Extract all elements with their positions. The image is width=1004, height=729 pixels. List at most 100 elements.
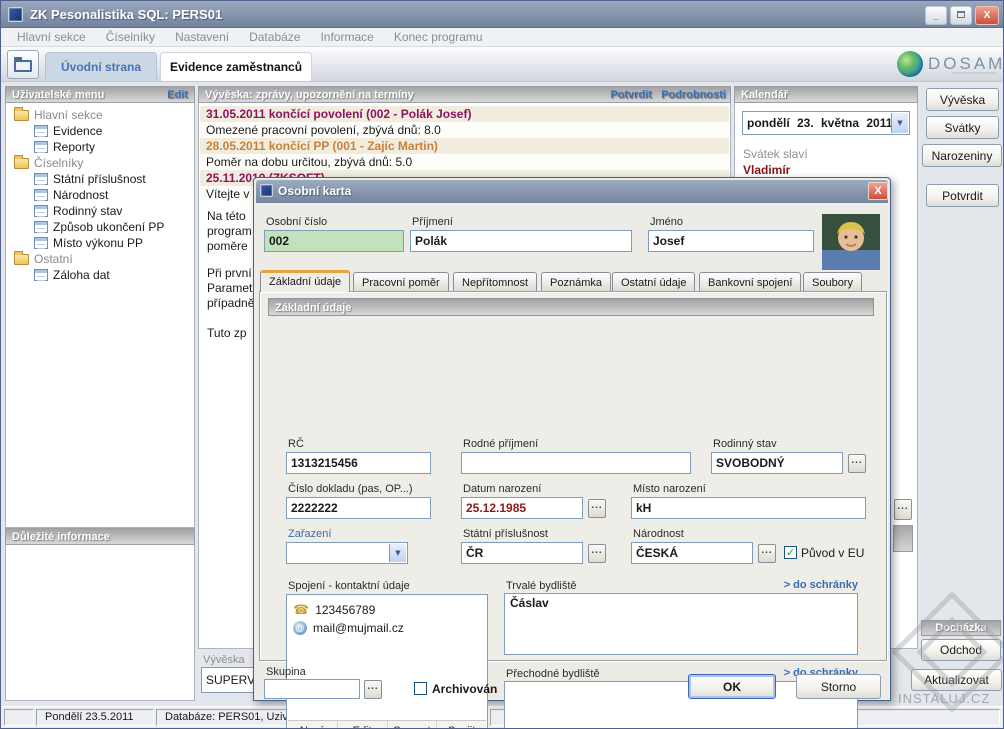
- welcome-text-line: Při první: [207, 266, 252, 280]
- tree-item-statni-prislusnost[interactable]: Státní příslušnost: [34, 171, 146, 187]
- tab-evidence-zamestnancu[interactable]: Evidence zaměstnanců: [160, 52, 312, 81]
- position-label: Zařazení: [288, 528, 331, 540]
- tab-ostatni-udaje[interactable]: Ostatní údaje: [612, 272, 695, 292]
- logo-tagline: [952, 72, 996, 74]
- rc-field[interactable]: 1313215456: [286, 452, 431, 474]
- personal-number-label: Osobní číslo: [266, 216, 327, 228]
- birth-date-field[interactable]: 25.12.1985: [461, 497, 583, 519]
- tab-pracovni-pomer[interactable]: Pracovní poměr: [353, 272, 449, 292]
- firstname-field[interactable]: Josef: [648, 230, 814, 252]
- contacts-toolbar: Nový Edit Smazat Spojit: [288, 720, 486, 729]
- tree-item-reporty[interactable]: Reporty: [34, 139, 95, 155]
- tree-item-misto-vykonu-pp[interactable]: Místo výkonu PP: [34, 235, 143, 251]
- dialog-title-bar[interactable]: Osobní karta X: [256, 180, 888, 203]
- svatky-button[interactable]: Svátky: [926, 116, 999, 139]
- minimize-button[interactable]: _: [925, 6, 947, 25]
- position-select[interactable]: ▼: [286, 542, 408, 564]
- tab-bankovni-spojeni[interactable]: Bankovní spojení: [699, 272, 801, 292]
- nationality-picker-button[interactable]: ...: [758, 544, 776, 563]
- form-icon: [34, 221, 48, 233]
- maximize-icon: [957, 11, 965, 18]
- chevron-down-icon[interactable]: ▼: [891, 113, 908, 133]
- citizenship-field[interactable]: ČR: [461, 542, 583, 564]
- surname-field[interactable]: Polák: [410, 230, 632, 252]
- globe-icon: [897, 51, 923, 77]
- contact-new-button[interactable]: Nový: [288, 721, 338, 729]
- edit-link[interactable]: Edit: [167, 87, 188, 104]
- birth-date-label: Datum narození: [463, 483, 541, 495]
- home-toolbar-button[interactable]: [7, 50, 39, 79]
- birth-date-picker-button[interactable]: ...: [588, 499, 606, 518]
- odchod-button[interactable]: Odchod: [921, 639, 1001, 661]
- menu-nastaveni[interactable]: Nastavení: [165, 30, 239, 44]
- tab-soubory[interactable]: Soubory: [803, 272, 862, 292]
- menu-ciselniky[interactable]: Číselníky: [96, 30, 165, 44]
- archived-checkbox[interactable]: [414, 682, 427, 695]
- personal-number-field[interactable]: 002: [264, 230, 404, 252]
- tab-poznamka[interactable]: Poznámka: [541, 272, 611, 292]
- maximize-button[interactable]: [950, 6, 972, 25]
- contact-row[interactable]: @ mail@mujmail.cz: [287, 619, 487, 637]
- important-info-panel: [5, 545, 195, 701]
- contacts-listbox[interactable]: ☎ 123456789 @ mail@mujmail.cz Nový Edit …: [286, 594, 488, 729]
- potvrdit-button[interactable]: Potvrdit: [926, 184, 999, 207]
- tab-row: Úvodní strana Evidence zaměstnanců: [1, 47, 1003, 82]
- menu-databaze[interactable]: Databáze: [239, 30, 310, 44]
- group-picker-button[interactable]: ...: [364, 680, 382, 699]
- group-field[interactable]: [264, 679, 360, 699]
- vyveska-button[interactable]: Vývěska: [926, 88, 999, 111]
- document-number-field[interactable]: 2222222: [286, 497, 431, 519]
- permanent-address-copy-link[interactable]: > do schránky: [776, 579, 858, 591]
- nationality-field[interactable]: ČESKÁ: [631, 542, 753, 564]
- tree-item-narodnost[interactable]: Národnost: [34, 187, 108, 203]
- board-confirm-link[interactable]: Potvrdit: [610, 87, 652, 104]
- tab-zakladni-udaje[interactable]: Základní údaje: [260, 270, 350, 292]
- tab-uvodni-strana[interactable]: Úvodní strana: [45, 52, 157, 81]
- contact-row[interactable]: ☎ 123456789: [287, 601, 487, 619]
- tree-item-evidence[interactable]: Evidence: [34, 123, 102, 139]
- contact-join-button[interactable]: Spojit: [437, 721, 486, 729]
- message-body: Poměr na dobu určitou, zbývá dnů: 5.0: [200, 154, 729, 170]
- permanent-address-field[interactable]: Čáslav: [504, 593, 858, 655]
- important-info-header: Důležité informace: [5, 528, 195, 545]
- contact-delete-button[interactable]: Smazat: [388, 721, 438, 729]
- eu-origin-checkbox[interactable]: ✓: [784, 546, 797, 559]
- ellipsis-button[interactable]: ...: [894, 499, 912, 520]
- board-header: Vývěska: zprávy, upozornění na termíny P…: [198, 86, 731, 103]
- nationality-label: Národnost: [633, 528, 684, 540]
- board-details-link[interactable]: Podrobnosti: [661, 87, 726, 104]
- birth-place-field[interactable]: kH: [631, 497, 866, 519]
- status-date: Pondělí 23.5.2011: [36, 709, 154, 726]
- aktualizovat-button[interactable]: Aktualizovat: [911, 669, 1002, 691]
- board-footer-label: Vývěska: [203, 654, 245, 666]
- date-picker[interactable]: pondělí 23. května 2011 ▼: [742, 111, 910, 135]
- birth-surname-field[interactable]: [461, 452, 691, 474]
- tree-folder-ostatni[interactable]: Ostatní: [14, 251, 73, 267]
- message-title[interactable]: 28.05.2011 končící PP (001 - Zajíc Marti…: [200, 138, 729, 154]
- marital-status-field[interactable]: SVOBODNÝ: [711, 452, 843, 474]
- message-title[interactable]: 31.05.2011 končící povolení (002 - Polák…: [200, 106, 729, 122]
- citizenship-picker-button[interactable]: ...: [588, 544, 606, 563]
- menu-konec-programu[interactable]: Konec programu: [384, 30, 493, 44]
- menu-informace[interactable]: Informace: [310, 30, 383, 44]
- close-button[interactable]: X: [975, 6, 999, 25]
- tree-folder-hlavni-sekce[interactable]: Hlavní sekce: [14, 107, 103, 123]
- tree-folder-ciselniky[interactable]: Číselníky: [14, 155, 83, 171]
- dialog-close-button[interactable]: X: [868, 182, 888, 200]
- ok-button[interactable]: OK: [688, 674, 776, 699]
- logo-text: DOSAM: [928, 54, 1004, 74]
- contact-edit-button[interactable]: Edit: [338, 721, 388, 729]
- watermark-text: INSTALUJ.CZ: [898, 691, 990, 706]
- menu-hlavni-sekce[interactable]: Hlavní sekce: [7, 30, 96, 44]
- marital-status-picker-button[interactable]: ...: [848, 454, 866, 473]
- surname-label: Příjmení: [412, 216, 453, 228]
- chevron-down-icon[interactable]: ▼: [389, 544, 406, 562]
- storno-button[interactable]: Storno: [796, 674, 881, 699]
- narozeniny-button[interactable]: Narozeniny: [922, 144, 1002, 167]
- tree-item-zaloha-dat[interactable]: Záloha dat: [34, 267, 110, 283]
- nameday-label: Svátek slaví: [743, 147, 808, 161]
- nameday-value: Vladimír: [743, 163, 790, 177]
- tab-nepritomnost[interactable]: Nepřítomnost: [453, 272, 537, 292]
- tree-item-zpusob-ukonceni-pp[interactable]: Způsob ukončení PP: [34, 219, 164, 235]
- tree-item-rodinny-stav[interactable]: Rodinný stav: [34, 203, 122, 219]
